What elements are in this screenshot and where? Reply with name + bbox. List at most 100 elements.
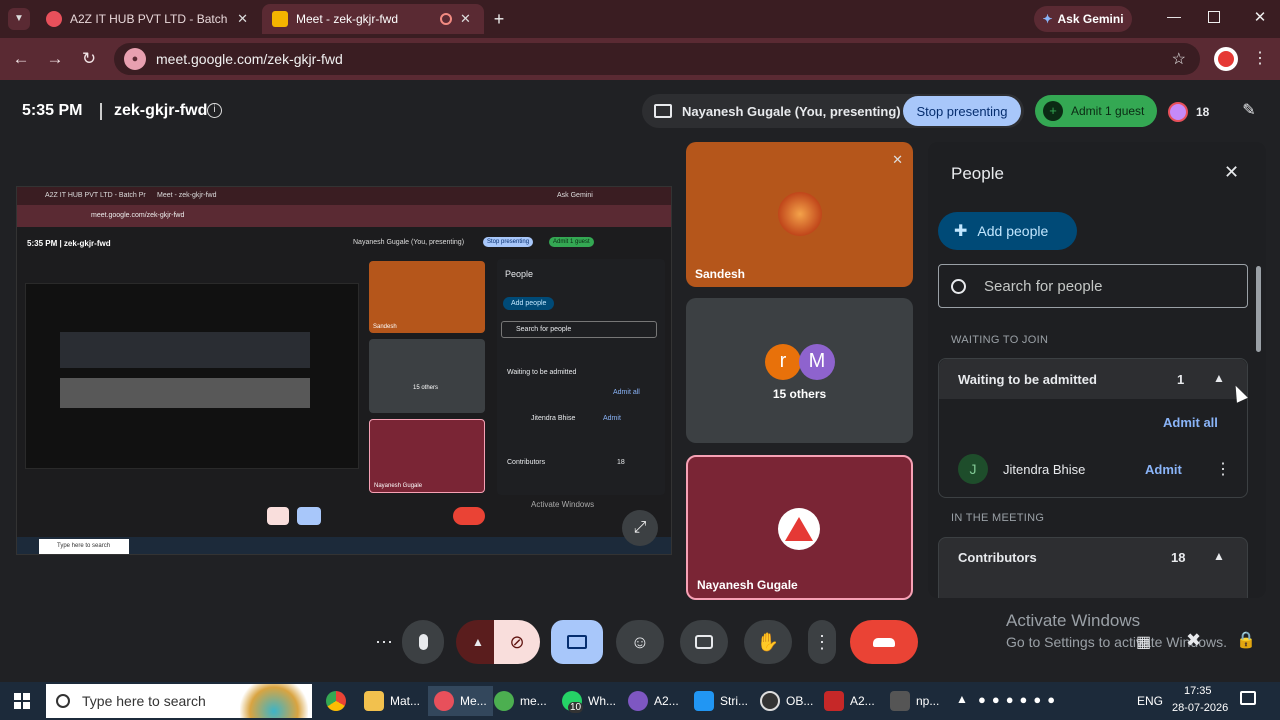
- clock-time[interactable]: 17:35: [1184, 685, 1212, 697]
- taskbar-app-6[interactable]: Stri...: [694, 686, 748, 716]
- shared-address-bar: meet.google.com/zek-gkjr-fwd: [17, 205, 671, 227]
- captions-button[interactable]: [680, 620, 728, 664]
- shared-tile-others-label: 15 others: [413, 385, 439, 391]
- tile-name: Nayanesh Gugale: [697, 578, 798, 592]
- shared-add-people: Add people: [503, 297, 555, 310]
- tab-a2z[interactable]: A2Z IT HUB PVT LTD - Batch Pre ✕: [36, 4, 258, 34]
- participants-button[interactable]: 18: [1168, 98, 1220, 126]
- shared-count: 18: [617, 459, 625, 466]
- contributors-label: Contributors: [958, 550, 1037, 565]
- more-options-button[interactable]: ⋮: [808, 620, 836, 664]
- tab-list-button[interactable]: ▼: [8, 8, 30, 30]
- expand-icon[interactable]: ⤢: [622, 510, 658, 546]
- tab-meet[interactable]: Meet - zek-gkjr-fwd ✕: [262, 4, 484, 34]
- pen-icon[interactable]: ✎: [1238, 100, 1260, 122]
- more-options-icon[interactable]: ⋮: [1215, 459, 1231, 479]
- forward-button[interactable]: →: [44, 48, 66, 70]
- admit-guest-button[interactable]: + Admit 1 guest: [1035, 95, 1157, 127]
- search-people-input[interactable]: Search for people: [938, 264, 1248, 308]
- ask-gemini-button[interactable]: ✦ Ask Gemini: [1034, 6, 1132, 32]
- reload-button[interactable]: ↻: [78, 48, 100, 70]
- meeting-time: 5:35 PM: [22, 102, 83, 119]
- restore-button[interactable]: [1208, 11, 1220, 23]
- tray-chevron-icon[interactable]: ▲: [956, 692, 968, 706]
- taskbar-app-7[interactable]: OB...: [760, 686, 813, 716]
- shared-cam-off: [267, 507, 289, 525]
- shared-people-panel: People Add people Search for people Wait…: [497, 259, 665, 495]
- back-button[interactable]: ←: [10, 48, 32, 70]
- more-options-left-button[interactable]: ⋯: [366, 620, 402, 664]
- tray-icons: ●●●●●●: [978, 692, 1062, 707]
- taskbar-app-3[interactable]: me...: [494, 686, 547, 716]
- taskbar-app-8[interactable]: A2...: [824, 686, 875, 716]
- people-panel: People ✕ ✚ Add people Search for people …: [928, 142, 1266, 598]
- host-controls-icon[interactable]: 🔒: [1236, 630, 1256, 650]
- site-mic-icon[interactable]: ●: [124, 48, 146, 70]
- shared-admit: Admit: [603, 415, 621, 422]
- add-people-label: Add people: [977, 223, 1049, 239]
- taskbar-app-1[interactable]: Mat...: [364, 686, 420, 716]
- stop-presenting-label: Stop presenting: [916, 103, 1008, 119]
- shared-tile-nayanesh: Nayanesh Gugale: [369, 419, 485, 493]
- chevron-up-icon[interactable]: ▲: [1213, 549, 1225, 563]
- info-icon[interactable]: i: [207, 103, 222, 118]
- chevron-up-icon[interactable]: ▲: [1213, 371, 1225, 385]
- search-icon: [56, 694, 70, 708]
- obs-icon: [760, 691, 780, 711]
- browser-menu-icon[interactable]: ⋮: [1252, 48, 1268, 68]
- activities-icon[interactable]: ✖: [1186, 630, 1201, 651]
- present-button[interactable]: [551, 620, 603, 664]
- chrome-app-icon[interactable]: [326, 691, 346, 711]
- language-indicator[interactable]: ENG: [1137, 694, 1163, 708]
- waiting-group-header[interactable]: Waiting to be admitted 1 ▲: [939, 359, 1247, 399]
- admit-all-button[interactable]: Admit all: [1163, 415, 1218, 430]
- mic-button[interactable]: [402, 620, 444, 664]
- taskbar-app-5[interactable]: A2...: [628, 686, 679, 716]
- raise-hand-button[interactable]: ✋: [744, 620, 792, 664]
- taskbar-app-2[interactable]: Me...: [428, 686, 493, 716]
- profile-avatar[interactable]: [1214, 47, 1238, 71]
- waiting-group: Waiting to be admitted 1 ▲ Admit all J J…: [938, 358, 1248, 498]
- shared-tab-bar: A2Z IT HUB PVT LTD - Batch Pr Meet - zek…: [17, 187, 671, 205]
- clock-date[interactable]: 28-07-2026: [1172, 702, 1228, 714]
- close-tab-icon[interactable]: ✕: [460, 11, 471, 27]
- search-icon: [951, 278, 966, 294]
- end-call-icon: [873, 637, 895, 647]
- participants-icon: [1168, 102, 1188, 122]
- muted-mic-icon: ✕: [892, 152, 903, 167]
- shared-stop: Stop presenting: [483, 237, 534, 247]
- new-tab-button[interactable]: +: [488, 8, 510, 30]
- notification-icon[interactable]: [1240, 691, 1256, 705]
- minimize-button[interactable]: —: [1164, 8, 1184, 24]
- emoji-button[interactable]: ☺: [616, 620, 664, 664]
- close-window-button[interactable]: ✕: [1250, 8, 1270, 26]
- address-bar: ← → ↻ ● meet.google.com/zek-gkjr-fwd ☆ ⋮: [0, 38, 1280, 80]
- vscode-icon: [694, 691, 714, 711]
- stop-presenting-button[interactable]: Stop presenting: [903, 96, 1021, 126]
- shared-tab2: Meet - zek-gkjr-fwd: [157, 192, 217, 199]
- close-icon[interactable]: ✕: [1224, 162, 1239, 183]
- close-tab-icon[interactable]: ✕: [237, 11, 248, 27]
- contributors-group[interactable]: Contributors 18 ▲: [938, 537, 1248, 598]
- url-bar[interactable]: ● meet.google.com/zek-gkjr-fwd ☆: [114, 43, 1200, 75]
- camera-button[interactable]: ⊘: [494, 620, 540, 664]
- browser-tab-bar: ▼ A2Z IT HUB PVT LTD - Batch Pre ✕ Meet …: [0, 0, 1280, 38]
- taskbar-app-9[interactable]: np...: [890, 686, 939, 716]
- leave-call-button[interactable]: [850, 620, 918, 664]
- emoji-icon: ☺: [630, 631, 650, 652]
- shared-presenting: Nayanesh Gugale (You, presenting): [353, 239, 465, 246]
- meeting-code: zek-gkjr-fwd: [114, 102, 208, 119]
- chat-icon[interactable]: ▦: [1136, 632, 1151, 652]
- presenting-label: Nayanesh Gugale (You, presenting): [682, 103, 901, 119]
- shared-control-bar: [207, 505, 487, 527]
- panel-scrollbar[interactable]: [1256, 266, 1261, 352]
- admit-button[interactable]: Admit: [1145, 462, 1182, 477]
- taskbar-app-label: Wh...: [588, 694, 617, 708]
- add-people-button[interactable]: ✚ Add people: [938, 212, 1077, 250]
- star-icon[interactable]: ☆: [1172, 49, 1186, 69]
- windows-taskbar: Type here to search Mat... Me... me... W…: [0, 682, 1280, 720]
- chrome-icon: [494, 691, 514, 711]
- shared-screen: A2Z IT HUB PVT LTD - Batch Pr Meet - zek…: [16, 186, 672, 555]
- shared-tile-sandesh: Sandesh: [369, 261, 485, 333]
- windows-start-icon[interactable]: [14, 693, 30, 709]
